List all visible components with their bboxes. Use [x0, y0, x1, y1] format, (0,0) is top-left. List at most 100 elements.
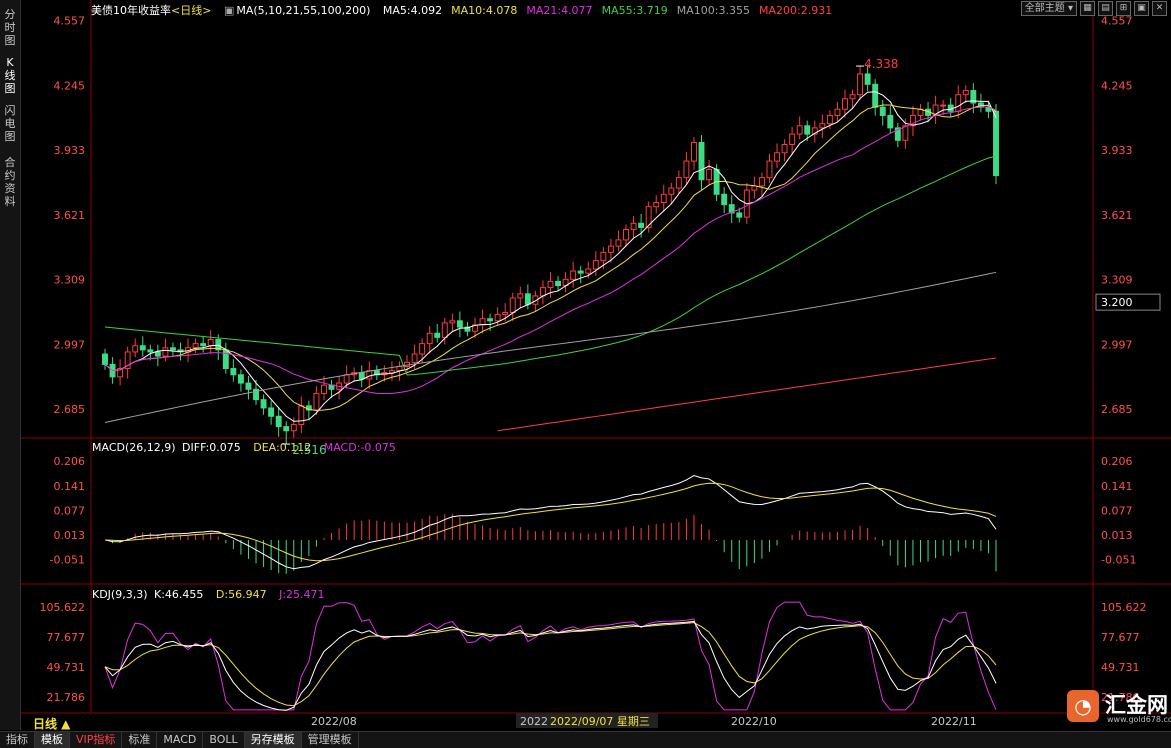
candle-body: [132, 345, 139, 353]
candle-body: [419, 343, 426, 355]
candle-body: [804, 125, 811, 135]
candle-body: [200, 343, 207, 347]
candle-body: [940, 104, 947, 107]
candle-body: [781, 143, 788, 154]
macd-tick-left-3: 0.013: [54, 529, 86, 542]
tab-4[interactable]: MACD: [157, 732, 204, 748]
logo-icon: ◔: [1067, 690, 1099, 722]
chevron-down-icon: ▾: [1067, 3, 1073, 14]
high-price-label: 4.338: [864, 57, 898, 71]
y-tick-right-1: 4.245: [1101, 79, 1133, 92]
ma21-line: [104, 106, 997, 395]
candle-body: [638, 222, 645, 228]
window-icon[interactable]: ▣: [1134, 1, 1149, 16]
tab-6[interactable]: 另存模板: [244, 732, 302, 748]
candle-body: [358, 372, 365, 380]
candle-body: [653, 202, 660, 208]
grid-icon[interactable]: ▦: [1080, 1, 1095, 16]
candle-body: [993, 110, 999, 177]
kdj-k-line: [104, 620, 997, 711]
tab-0[interactable]: 指标: [0, 732, 35, 748]
tab-1[interactable]: 模板: [35, 732, 70, 748]
candle-body: [736, 212, 743, 218]
layout-icon[interactable]: ⊞: [1116, 1, 1131, 16]
tab-2[interactable]: VIP指标: [70, 732, 123, 748]
candle-body: [283, 426, 290, 432]
candle-body: [502, 312, 509, 316]
ma-params: MA(5,10,21,55,100,200): [236, 4, 371, 17]
time-label-4: 2022/11: [931, 715, 977, 728]
y-tick-left-4: 3.309: [54, 274, 86, 287]
candle-body: [207, 338, 214, 347]
candle-body: [449, 320, 456, 324]
chart-type-sidebar: 分时图 K线图 闪电图 合约资料: [0, 0, 21, 730]
y-tick-left-2: 3.933: [54, 144, 86, 157]
y-tick-right-5: 2.997: [1101, 338, 1133, 351]
sidebar-item-kline[interactable]: K线图: [1, 56, 19, 95]
time-label-3: 2022/10: [731, 715, 777, 728]
macd-dea: DEA:0.112: [253, 441, 312, 454]
macd-tick-right-3: 0.013: [1101, 529, 1133, 542]
theme-select-label: 全部主题: [1024, 3, 1065, 14]
candle-body: [139, 345, 146, 351]
chart-area: 4.557 4.557 4.245 4.245 3.933 3.933 3.621 3.621…: [21, 0, 1171, 732]
kdj-tick-left-1: 77.677: [47, 631, 86, 644]
candle-body: [456, 320, 463, 328]
close-icon[interactable]: ✕: [1152, 1, 1167, 16]
candle-body: [902, 125, 909, 141]
main-legend: 美债10年收益率<日线> ▣ MA(5,10,21,55,100,200) MA5…: [91, 2, 850, 18]
list-icon[interactable]: ▤: [1098, 1, 1113, 16]
kdj-tick-right-1: 77.677: [1101, 631, 1140, 644]
candle-body: [170, 347, 176, 351]
macd-diff: DIFF:0.075: [182, 441, 241, 454]
candle-body: [260, 399, 267, 409]
candle-body: [683, 160, 690, 179]
ma-value-0: MA5:4.092: [382, 4, 443, 17]
period-label: <日线>: [171, 4, 212, 17]
candle-body: [411, 353, 418, 363]
y-tick-left-0: 4.557: [54, 15, 86, 28]
chart-canvas[interactable]: 4.557 4.5574.245 4.2453.933 3.9333.621 3.621…: [21, 0, 1171, 730]
candle-body: [698, 141, 705, 181]
candle-body: [388, 370, 395, 374]
candle-body: [245, 382, 252, 390]
candle-body: [660, 193, 667, 204]
tab-3[interactable]: 标准: [122, 732, 158, 748]
period-button[interactable]: 日线 ▲: [33, 715, 70, 732]
time-label-0: 2022/08: [311, 715, 357, 728]
logo: ◔ 汇金网 www.gold678.com: [1067, 687, 1171, 727]
candle-body: [675, 177, 682, 189]
candle-body: [147, 349, 154, 353]
y-tick-right-3: 3.621: [1101, 209, 1133, 222]
candle-body: [592, 260, 599, 270]
chart-toolbar: 全部主题 ▾ ▦ ▤ ⊞ ▣ ✕: [1020, 1, 1167, 17]
macd-tick-left-2: 0.077: [54, 505, 86, 518]
kdj-tick-right-2: 49.731: [1101, 661, 1140, 674]
candle-body: [887, 114, 894, 129]
candle-body: [555, 280, 562, 287]
tab-7[interactable]: 管理模板: [302, 732, 359, 748]
candle-body: [834, 108, 841, 116]
chart-toggle-icon[interactable]: ▣: [224, 4, 234, 17]
candle-body: [691, 141, 697, 162]
ma55-line: [104, 155, 997, 376]
y-tick-right-6: 2.685: [1101, 403, 1133, 416]
cursor-price-label: 3.200: [1101, 296, 1133, 309]
candle-body: [102, 353, 108, 365]
sidebar-item-contract-info[interactable]: 合约资料: [1, 156, 19, 208]
candle-body: [842, 98, 848, 110]
candle-body: [623, 229, 629, 241]
sidebar-item-timeshare[interactable]: 分时图: [1, 8, 19, 47]
macd-value: MACD:-0.075: [323, 441, 396, 454]
kdj-tick-left-2: 49.731: [47, 661, 86, 674]
kdj-j: J:25.471: [279, 588, 325, 601]
candle-body: [774, 152, 780, 162]
sidebar-item-flash[interactable]: 闪电图: [1, 104, 19, 143]
candle-body: [494, 314, 501, 322]
theme-select[interactable]: 全部主题 ▾: [1020, 1, 1077, 16]
candle-body: [547, 280, 554, 289]
tab-5[interactable]: BOLL: [203, 732, 245, 748]
candle-body: [237, 374, 244, 384]
candle-body: [441, 322, 448, 338]
candle-body: [222, 349, 229, 370]
